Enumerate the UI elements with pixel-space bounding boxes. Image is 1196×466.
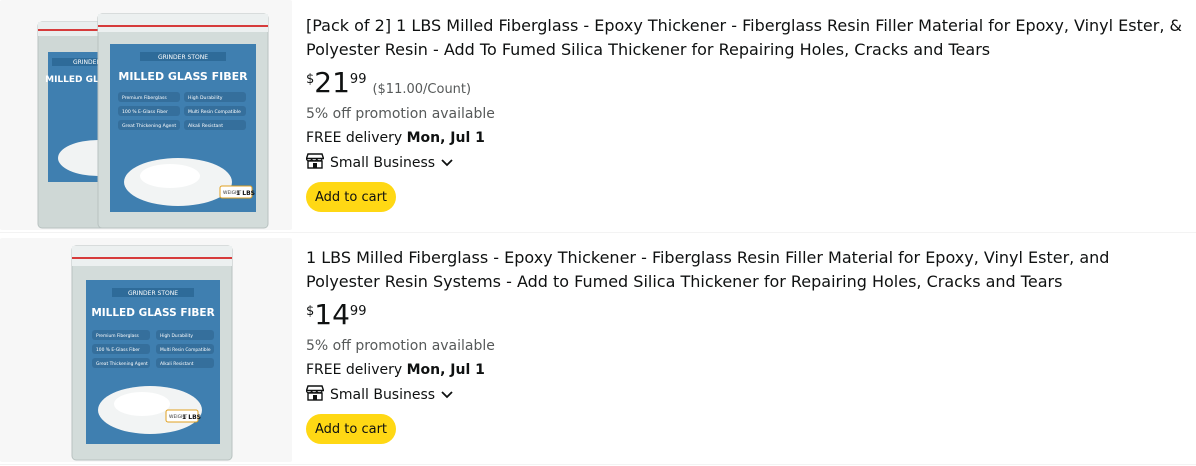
svg-text:Alkali Resistant: Alkali Resistant — [188, 123, 223, 129]
price[interactable]: $ 21 99 ($11.00/Count) — [306, 68, 1188, 102]
price-whole: 21 — [314, 66, 350, 99]
fiberglass-bag-front: GRINDER STONE MILLED GLASS FIBER Premium… — [97, 13, 269, 229]
storefront-icon — [305, 385, 325, 405]
result-info: [Pack of 2] 1 LBS Milled Fiberglass - Ep… — [305, 14, 1188, 212]
result-info: 1 LBS Milled Fiberglass - Epoxy Thickene… — [305, 246, 1188, 444]
svg-text:MILLED GLASS FIBER: MILLED GLASS FIBER — [91, 307, 214, 319]
search-result-2: GRINDER STONE MILLED GLASS FIBER Premium… — [0, 238, 1196, 465]
delivery-info: FREE delivery Mon, Jul 1 — [306, 126, 1188, 150]
svg-text:Alkali Resistant: Alkali Resistant — [160, 361, 194, 367]
chevron-down-icon — [441, 387, 453, 403]
svg-text:Multi Resin Compatible: Multi Resin Compatible — [160, 347, 211, 353]
svg-text:GRINDER STONE: GRINDER STONE — [158, 54, 208, 61]
add-to-cart-button[interactable]: Add to cart — [306, 182, 396, 212]
svg-text:GRINDER STONE: GRINDER STONE — [128, 290, 178, 297]
delivery-prefix: FREE delivery — [306, 130, 407, 146]
small-business-badge[interactable]: Small Business — [305, 150, 1188, 176]
svg-text:Multi Resin Compatible: Multi Resin Compatible — [188, 109, 241, 115]
delivery-prefix: FREE delivery — [306, 362, 407, 378]
svg-text:High Durability: High Durability — [188, 95, 223, 101]
delivery-date: Mon, Jul 1 — [406, 362, 485, 378]
product-title-link[interactable]: 1 LBS Milled Fiberglass - Epoxy Thickene… — [306, 246, 1186, 294]
promotion-text: 5% off promotion available — [306, 338, 495, 354]
product-image[interactable]: GRINDER STONE MILLED GLASS FIBER GRINDER… — [0, 0, 292, 230]
badge-label: Small Business — [330, 387, 436, 403]
svg-text:Premium Fiberglass: Premium Fiberglass — [96, 333, 140, 339]
price-symbol: $ — [306, 72, 315, 87]
price-fraction: 99 — [349, 72, 367, 87]
svg-text:100 % E-Glass Fiber: 100 % E-Glass Fiber — [96, 347, 140, 353]
promotion-text: 5% off promotion available — [306, 106, 495, 122]
svg-text:1 LBS: 1 LBS — [236, 190, 255, 197]
svg-text:Premium Fiberglass: Premium Fiberglass — [122, 95, 167, 101]
delivery-date: Mon, Jul 1 — [406, 130, 485, 146]
delivery-info: FREE delivery Mon, Jul 1 — [306, 358, 1188, 382]
svg-text:100 % E-Glass Fiber: 100 % E-Glass Fiber — [122, 109, 168, 115]
search-result-1: GRINDER STONE MILLED GLASS FIBER GRINDER… — [0, 0, 1196, 233]
product-image[interactable]: GRINDER STONE MILLED GLASS FIBER Premium… — [0, 238, 292, 462]
unit-price: ($11.00/Count) — [372, 82, 472, 97]
storefront-icon — [305, 153, 325, 173]
chevron-down-icon — [441, 155, 453, 171]
svg-text:Great Thickening Agent: Great Thickening Agent — [96, 361, 148, 367]
svg-text:MILLED GLASS FIBER: MILLED GLASS FIBER — [118, 70, 248, 83]
price-fraction: 99 — [349, 304, 367, 319]
price-symbol: $ — [306, 304, 315, 319]
svg-text:Great Thickening Agent: Great Thickening Agent — [122, 123, 176, 129]
price[interactable]: $ 14 99 — [306, 300, 1188, 334]
small-business-badge[interactable]: Small Business — [305, 382, 1188, 408]
price-whole: 14 — [314, 298, 350, 331]
add-to-cart-button[interactable]: Add to cart — [306, 414, 396, 444]
product-title-link[interactable]: [Pack of 2] 1 LBS Milled Fiberglass - Ep… — [306, 14, 1186, 62]
svg-text:1 LBS: 1 LBS — [182, 414, 201, 421]
fiberglass-bag: GRINDER STONE MILLED GLASS FIBER Premium… — [71, 245, 233, 461]
badge-label: Small Business — [330, 155, 436, 171]
svg-text:High Durability: High Durability — [160, 333, 193, 339]
